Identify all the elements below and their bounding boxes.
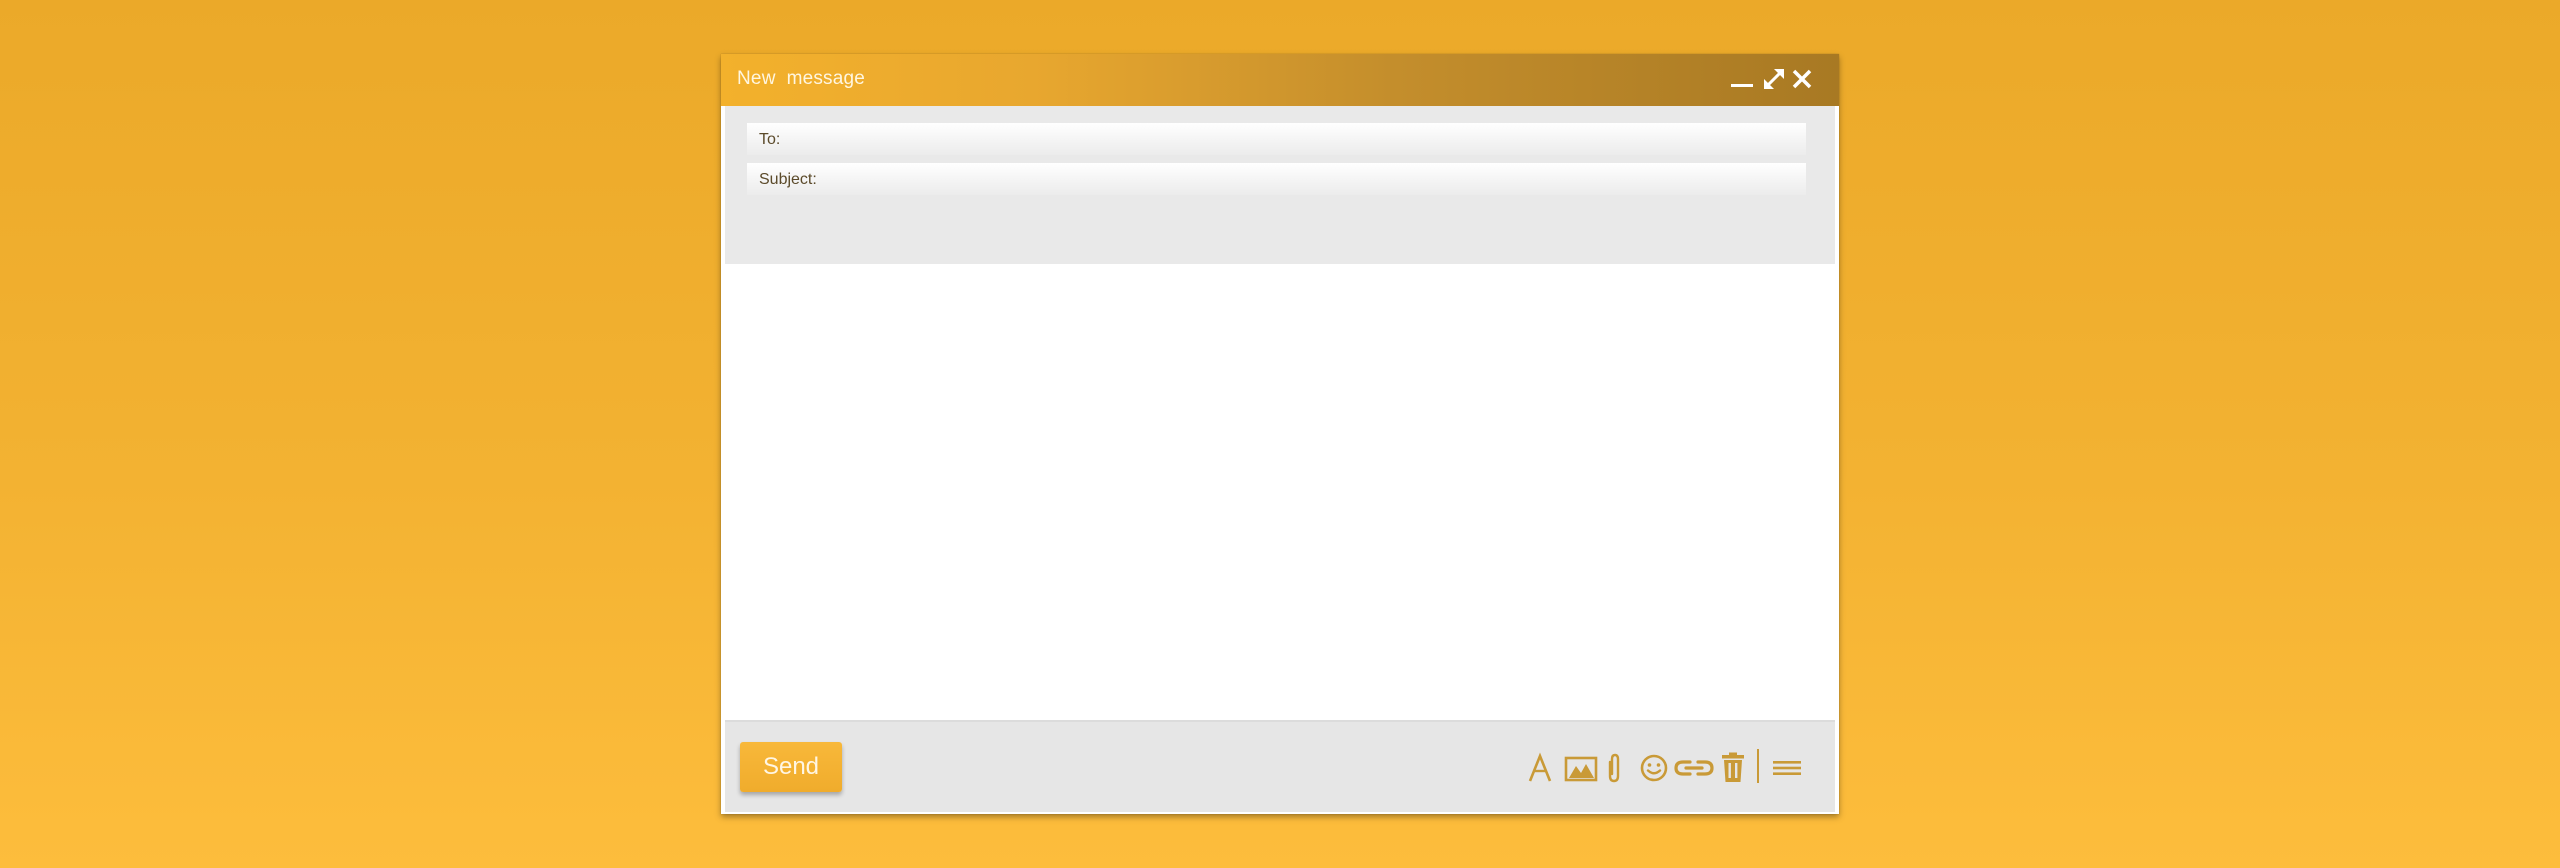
- to-label: To:: [759, 131, 781, 148]
- subject-input[interactable]: [843, 166, 1798, 194]
- window-title: New message: [737, 68, 866, 89]
- trash-icon[interactable]: [1719, 752, 1747, 784]
- close-icon[interactable]: [1789, 66, 1815, 92]
- title-bar[interactable]: New message: [721, 54, 1839, 106]
- to-input[interactable]: [817, 126, 1798, 154]
- message-body[interactable]: [725, 264, 1835, 774]
- emoji-icon[interactable]: [1639, 752, 1669, 784]
- send-button[interactable]: Send: [740, 742, 842, 792]
- link-icon[interactable]: [1673, 752, 1715, 784]
- expand-icon[interactable]: [1761, 66, 1787, 92]
- toolbar-divider: [1757, 749, 1759, 783]
- minimize-icon[interactable]: [1729, 66, 1755, 92]
- subject-field[interactable]: Subject:: [747, 163, 1806, 195]
- to-field[interactable]: To:: [747, 123, 1806, 155]
- attachment-icon[interactable]: [1603, 752, 1625, 784]
- subject-label: Subject:: [759, 171, 817, 188]
- menu-icon[interactable]: [1771, 752, 1803, 784]
- compose-window: New message To: Subject: Send: [721, 54, 1839, 814]
- image-icon[interactable]: [1564, 752, 1598, 784]
- font-icon[interactable]: [1527, 752, 1553, 784]
- footer-toolbar: Send: [725, 720, 1835, 812]
- message-body-input[interactable]: [725, 264, 1835, 774]
